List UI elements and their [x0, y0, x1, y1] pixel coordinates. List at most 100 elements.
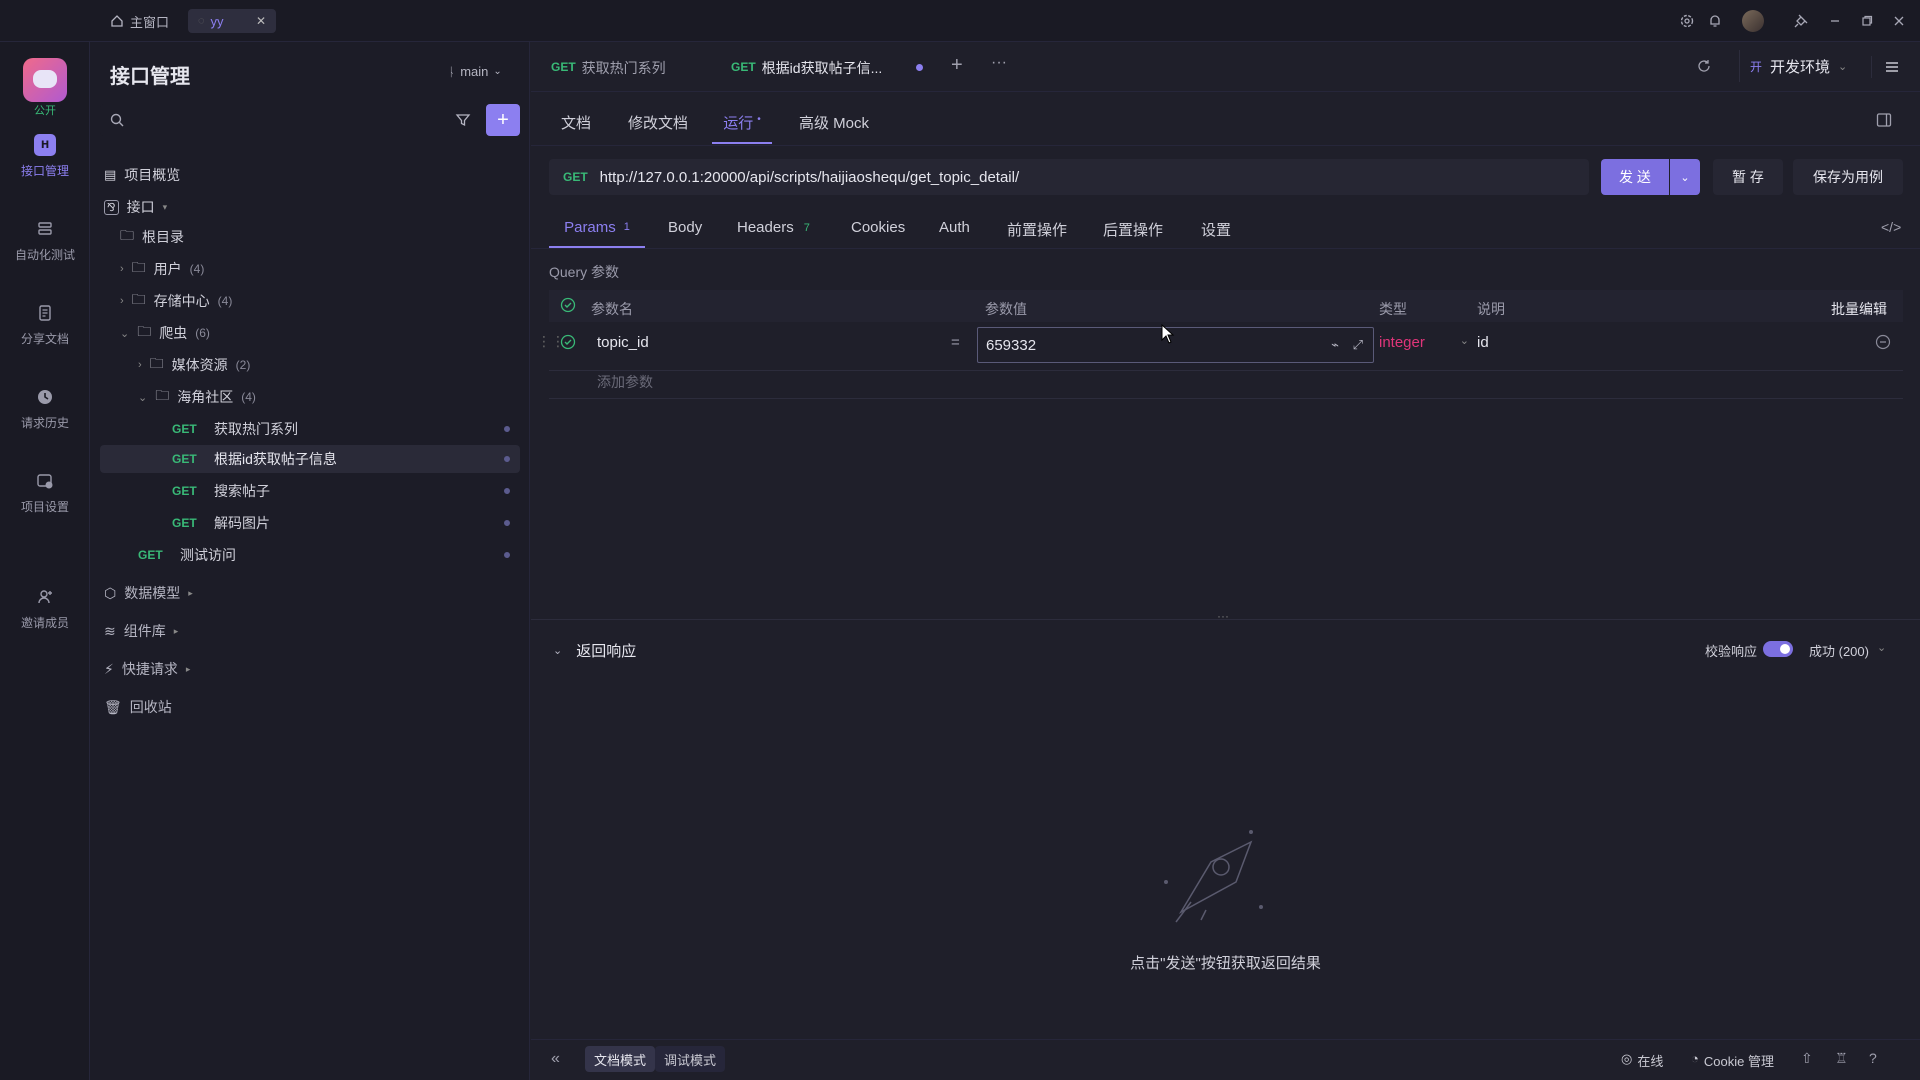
param-tab-body[interactable]: Body	[668, 219, 702, 236]
add-button[interactable]: +	[486, 104, 520, 136]
tree-item-data-model[interactable]: ⬡ 数据模型 ▸	[104, 578, 193, 608]
request-tab-hot-series[interactable]: GET 获取热门系列	[551, 58, 666, 78]
param-value-input[interactable]: 659332 ⌁ ⤢	[977, 327, 1374, 363]
param-row-checkbox[interactable]	[560, 334, 576, 350]
sync-button[interactable]	[1696, 58, 1712, 74]
online-status[interactable]: ◎ 在线	[1621, 1051, 1663, 1070]
param-tab-headers[interactable]: Headers 7	[737, 219, 810, 236]
project-logo[interactable]	[23, 58, 67, 102]
subtab-run[interactable]: 运行 •	[712, 110, 772, 144]
save-as-case-button[interactable]: 保存为用例	[1793, 159, 1903, 195]
add-param-input[interactable]: 添加参数	[597, 372, 653, 392]
param-tab-settings[interactable]: 设置	[1201, 219, 1231, 240]
new-tab-button[interactable]: +	[951, 54, 963, 77]
rail-invite-members[interactable]: 邀请成员	[0, 586, 90, 631]
filter-button[interactable]	[452, 109, 474, 131]
tree-item-overview[interactable]: ▤ 项目概览	[104, 160, 180, 190]
debug-mode-button[interactable]: 调试模式	[655, 1046, 725, 1072]
magic-wand-icon[interactable]: ⌁	[1331, 337, 1339, 353]
select-all-checkbox[interactable]	[560, 297, 576, 313]
lightning-icon: ⚡	[104, 660, 114, 677]
help-icon[interactable]: ?	[1869, 1050, 1877, 1066]
doc-mode-button[interactable]: 文档模式	[585, 1046, 655, 1072]
bell-icon[interactable]	[1704, 10, 1726, 32]
code-view-button[interactable]: </>	[1881, 219, 1901, 235]
cookie-manager-button[interactable]: ◔ Cookie 管理	[1691, 1051, 1774, 1070]
endpoint-topic-detail[interactable]: GET 根据id获取帖子信息	[172, 444, 510, 474]
components-label: 组件库	[123, 623, 166, 639]
doc-mode-label: 文档模式	[593, 1052, 646, 1068]
root-label: 根目录	[142, 229, 184, 245]
validate-toggle[interactable]	[1763, 641, 1793, 657]
tree-folder-crawler[interactable]: ⌄ 🗀 爬虫 (6)	[120, 318, 210, 348]
more-tabs-button[interactable]: ···	[991, 54, 1007, 72]
pin-icon[interactable]	[1790, 10, 1812, 32]
project-window-tab[interactable]: ◌ yy ✕	[188, 9, 276, 33]
collapse-sidebar-button[interactable]: «	[551, 1050, 560, 1068]
tree-item-quick-request[interactable]: ⚡ 快捷请求 ▸	[104, 654, 190, 684]
endpoint-search-posts[interactable]: GET 搜索帖子	[172, 476, 510, 506]
drag-dots-icon[interactable]: ···	[1217, 609, 1229, 623]
expand-icon[interactable]: ⤢	[1353, 337, 1363, 353]
mouse-cursor-icon	[1161, 324, 1175, 344]
subtab-doc[interactable]: 文档	[561, 112, 591, 133]
home-window-tab[interactable]: 主窗口	[100, 9, 179, 33]
endpoint-name: 根据id获取帖子信息	[214, 451, 337, 467]
param-description-input[interactable]: id	[1477, 334, 1489, 351]
status-select[interactable]: 成功 (200) ⌄	[1809, 641, 1886, 660]
stash-button[interactable]: 暂 存	[1713, 159, 1783, 195]
close-tab-icon[interactable]: ✕	[256, 14, 266, 28]
response-section-toggle[interactable]: ⌄ 返回响应	[553, 640, 636, 661]
environment-selector[interactable]: 开 开发环境 ⌄	[1739, 50, 1863, 82]
close-window-icon[interactable]	[1888, 10, 1910, 32]
endpoint-decode-image[interactable]: GET 解码图片	[172, 508, 510, 538]
param-tab-post[interactable]: 后置操作	[1103, 219, 1163, 240]
data-model-label: 数据模型	[124, 585, 181, 601]
project-icon: ◌	[198, 15, 205, 27]
tree-item-api[interactable]: ⅋ 接口 ▾	[104, 192, 167, 222]
send-dropdown-button[interactable]: ⌄	[1670, 159, 1700, 195]
user-avatar[interactable]	[1742, 10, 1764, 32]
rail-request-history[interactable]: 请求历史	[0, 386, 90, 431]
rail-project-settings[interactable]: 项目设置	[0, 470, 90, 515]
endpoint-hot-series[interactable]: GET 获取热门系列	[172, 414, 510, 444]
document-icon	[34, 302, 56, 324]
send-button[interactable]: 发 送	[1601, 159, 1669, 195]
restore-icon[interactable]	[1856, 10, 1878, 32]
row-divider	[549, 398, 1903, 399]
rail-api-management[interactable]: ᕼ 接口管理	[0, 134, 90, 179]
param-tab-pre[interactable]: 前置操作	[1007, 219, 1067, 240]
bulk-edit-button[interactable]: 批量编辑	[1831, 299, 1887, 319]
endpoint-test-access[interactable]: GET 测试访问	[138, 540, 510, 570]
remove-param-button[interactable]	[1875, 334, 1891, 350]
upload-icon[interactable]: ⇧	[1801, 1050, 1813, 1067]
endpoint-name: 获取热门系列	[214, 421, 298, 437]
tree-folder-media[interactable]: › 🗀 媒体资源 (2)	[138, 350, 250, 380]
rail-automation-test[interactable]: 自动化测试	[0, 218, 90, 263]
minimize-icon[interactable]	[1824, 10, 1846, 32]
subtab-mock[interactable]: 高级 Mock	[799, 112, 869, 133]
param-tab-auth[interactable]: Auth	[939, 219, 970, 236]
settings-icon[interactable]	[1676, 10, 1698, 32]
param-tab-cookies[interactable]: Cookies	[851, 219, 905, 236]
shirt-icon[interactable]: ♖	[1835, 1050, 1848, 1067]
tree-folder-storage[interactable]: › 🗀 存储中心 (4)	[120, 286, 232, 316]
param-name-input[interactable]: topic_id	[597, 334, 649, 351]
tree-folder-users[interactable]: › 🗀 用户 (4)	[120, 254, 204, 284]
branch-selector[interactable]: ᚿ main ⌄	[448, 64, 502, 79]
url-bar[interactable]: GET http://127.0.0.1:20000/api/scripts/h…	[549, 159, 1589, 195]
panel-toggle-button[interactable]	[1876, 112, 1892, 128]
search-input[interactable]	[100, 104, 450, 136]
tree-item-components[interactable]: ≋ 组件库 ▸	[104, 616, 178, 646]
param-type-select[interactable]: integer ⌄	[1379, 334, 1469, 351]
param-tab-params[interactable]: Params 1	[549, 208, 645, 248]
menu-button[interactable]	[1871, 56, 1911, 78]
request-tab-topic-detail[interactable]: GET 根据id获取帖子信...	[731, 58, 882, 78]
subtab-edit-doc[interactable]: 修改文档	[628, 112, 688, 133]
cookie-icon: ◔	[1691, 1051, 1699, 1066]
rail-share-docs[interactable]: 分享文档	[0, 302, 90, 347]
tree-item-recycle[interactable]: 🗑 回收站	[104, 692, 172, 722]
equals-sign: =	[951, 334, 960, 351]
tree-folder-haijiao[interactable]: ⌄ 🗀 海角社区 (4)	[138, 382, 256, 412]
tree-item-root[interactable]: 🗀 根目录	[120, 222, 184, 252]
